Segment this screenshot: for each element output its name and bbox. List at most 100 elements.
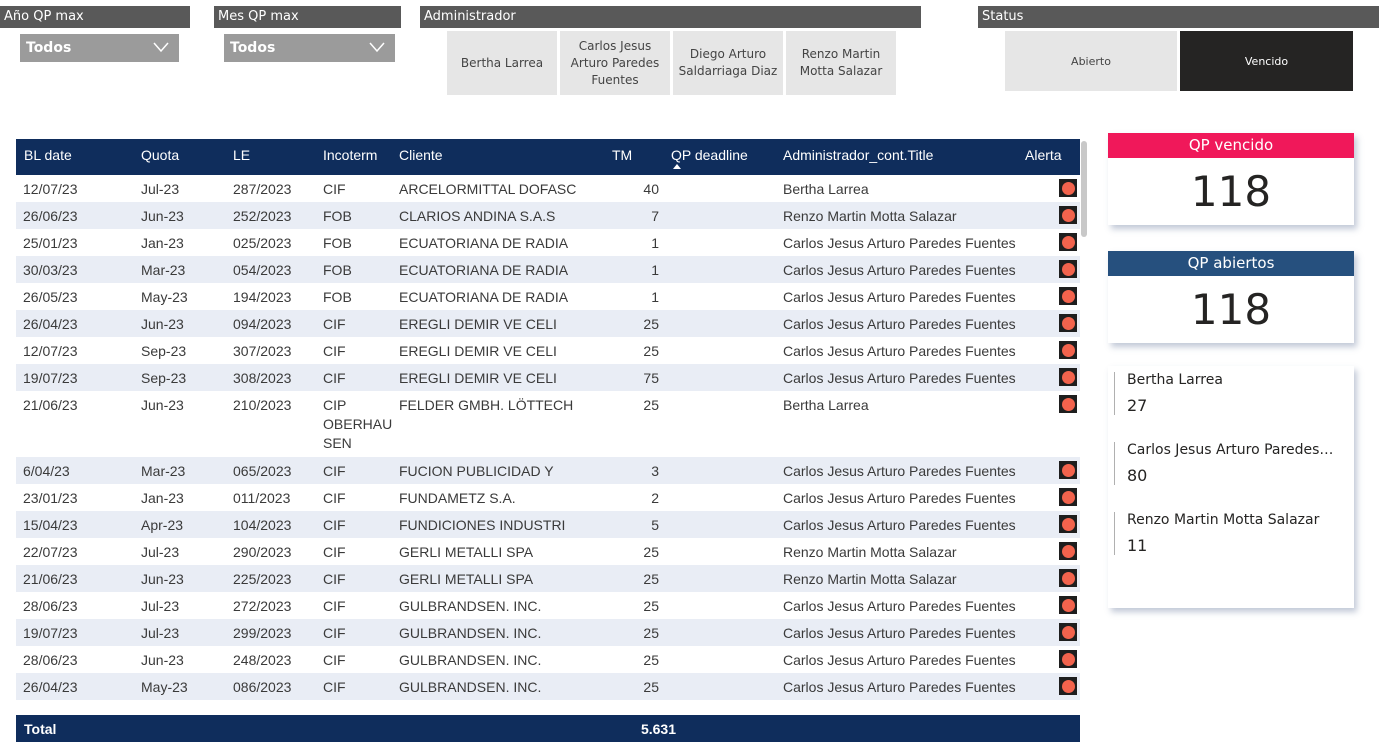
table-row[interactable]: 21/06/23 Jun-23 225/2023 CIF GERLI METALLI S… (16, 565, 1080, 592)
cell-le: 025/2023 (233, 235, 292, 251)
cell-tm: 2 (651, 490, 659, 506)
cell-bl-date: 28/06/23 (23, 598, 78, 614)
table-row[interactable]: 25/01/23 Jan-23 025/2023 FOB ECUATORIANA DE … (16, 229, 1080, 256)
cell-quota: May-23 (141, 679, 188, 695)
total-tm: 5.631 (640, 721, 676, 737)
cell-cliente: GULBRANDSEN. INC. (399, 679, 542, 695)
year-dropdown-value: Todos (26, 40, 72, 56)
cell-le: 307/2023 (233, 343, 292, 359)
kpi-card-vencido: QP vencido 118 (1108, 133, 1354, 225)
header-quota[interactable]: Quota (141, 147, 179, 163)
header-alerta[interactable]: Alerta (1025, 147, 1062, 163)
alert-dot (1061, 181, 1075, 195)
cell-tm: 25 (643, 625, 659, 641)
cell-le: 252/2023 (233, 208, 292, 224)
cell-cliente: GULBRANDSEN. INC. (399, 625, 542, 641)
cell-incoterm: CIF (323, 571, 346, 587)
cell-administrador: Carlos Jesus Arturo Paredes Fuentes (783, 598, 1016, 614)
table-row[interactable]: 12/07/23 Sep-23 307/2023 CIF EREGLI DEMIR VE… (16, 337, 1080, 364)
cell-bl-date: 30/03/23 (23, 262, 78, 278)
alert-icon (1059, 542, 1077, 560)
cell-cliente: FUCION PUBLICIDAD Y (399, 463, 554, 479)
alert-dot (1061, 625, 1075, 639)
table-row[interactable]: 26/04/23 Jun-23 094/2023 CIF EREGLI DEMIR VE… (16, 310, 1080, 337)
header-qp-deadline[interactable]: QP deadline (671, 147, 748, 163)
alert-dot (1061, 316, 1075, 330)
cell-tm: 75 (643, 370, 659, 386)
alert-dot (1061, 463, 1075, 477)
cell-quota: Jan-23 (141, 235, 184, 251)
table-row[interactable]: 26/04/23 May-23 086/2023 CIF GULBRANDSEN. IN… (16, 673, 1080, 700)
admin-tile-carlos[interactable]: Carlos Jesus Arturo Paredes Fuentes (560, 31, 670, 95)
cell-administrador: Renzo Martin Motta Salazar (783, 571, 957, 587)
cell-incoterm: FOB (323, 208, 352, 224)
table-scrollbar[interactable] (1080, 139, 1088, 719)
table-row[interactable]: 28/06/23 Jul-23 272/2023 CIF GULBRANDSEN. IN… (16, 592, 1080, 619)
cell-cliente: ARCELORMITTAL DOFASC (399, 181, 577, 197)
alert-icon (1059, 650, 1077, 668)
admin-tile-diego[interactable]: Diego Arturo Saldarriaga Diaz (673, 31, 783, 95)
table-row[interactable]: 22/07/23 Jul-23 290/2023 CIF GERLI METALLI S… (16, 538, 1080, 565)
alert-icon (1059, 341, 1077, 359)
cell-bl-date: 19/07/23 (23, 370, 78, 386)
cell-tm: 25 (643, 343, 659, 359)
table-total-row: Total 5.631 (16, 715, 1080, 742)
chevron-down-icon (369, 42, 385, 53)
cell-cliente: GULBRANDSEN. INC. (399, 652, 542, 668)
cell-quota: Jun-23 (141, 571, 184, 587)
table-row[interactable]: 19/07/23 Jul-23 299/2023 CIF GULBRANDSEN. IN… (16, 619, 1080, 646)
table-row[interactable]: 15/04/23 Apr-23 104/2023 CIF FUNDICIONES IND… (16, 511, 1080, 538)
table-row[interactable]: 26/05/23 May-23 194/2023 FOB ECUATORIANA DE … (16, 283, 1080, 310)
header-incoterm[interactable]: Incoterm (323, 147, 377, 163)
cell-bl-date: 28/06/23 (23, 652, 78, 668)
header-administrador[interactable]: Administrador_cont.Title (783, 147, 933, 163)
table-row[interactable]: 21/06/23 Jun-23 210/2023 CIP OBERHAU SEN FEL… (16, 391, 1080, 457)
cell-quota: Jan-23 (141, 490, 184, 506)
header-bl-date[interactable]: BL date (24, 147, 72, 163)
admin-slicer-title: Administrador (420, 6, 921, 28)
cell-bl-date: 12/07/23 (23, 181, 78, 197)
year-dropdown[interactable]: Todos (20, 34, 179, 62)
status-tile-abierto[interactable]: Abierto (1005, 31, 1177, 91)
cell-administrador: Carlos Jesus Arturo Paredes Fuentes (783, 316, 1016, 332)
month-dropdown[interactable]: Todos (224, 34, 395, 62)
admin-tile-renzo[interactable]: Renzo Martin Motta Salazar (786, 31, 896, 95)
header-tm[interactable]: TM (612, 147, 632, 163)
alert-icon (1059, 677, 1077, 695)
cell-tm: 25 (643, 598, 659, 614)
table-row[interactable]: 12/07/23 Jul-23 287/2023 CIF ARCELORMITTAL D… (16, 175, 1080, 202)
status-tile-vencido[interactable]: Vencido (1180, 31, 1353, 91)
table-row[interactable]: 23/01/23 Jan-23 011/2023 CIF FUNDAMETZ S.A. 2… (16, 484, 1080, 511)
cell-administrador: Carlos Jesus Arturo Paredes Fuentes (783, 343, 1016, 359)
alert-icon (1059, 260, 1077, 278)
kpi-abiertos-title: QP abiertos (1108, 251, 1354, 276)
table-row[interactable]: 28/06/23 Jun-23 248/2023 CIF GULBRANDSEN. IN… (16, 646, 1080, 673)
scrollbar-thumb[interactable] (1081, 141, 1087, 237)
cell-incoterm: CIF (323, 181, 346, 197)
admin-count-value: 27 (1127, 396, 1148, 415)
alert-dot (1061, 397, 1075, 411)
month-slicer-title: Mes QP max (214, 6, 401, 28)
cell-administrador: Carlos Jesus Arturo Paredes Fuentes (783, 517, 1016, 533)
cell-tm: 40 (643, 181, 659, 197)
alert-dot (1061, 235, 1075, 249)
cell-administrador: Carlos Jesus Arturo Paredes Fuentes (783, 652, 1016, 668)
header-cliente[interactable]: Cliente (399, 147, 443, 163)
alert-dot (1061, 289, 1075, 303)
table-row[interactable]: 19/07/23 Sep-23 308/2023 CIF EREGLI DEMIR VE… (16, 364, 1080, 391)
kpi-vencido-title: QP vencido (1108, 133, 1354, 158)
cell-bl-date: 21/06/23 (23, 397, 78, 413)
table-row[interactable]: 30/03/23 Mar-23 054/2023 FOB ECUATORIANA DE … (16, 256, 1080, 283)
admin-count-value: 11 (1127, 536, 1148, 555)
cell-le: 011/2023 (233, 490, 291, 506)
cell-quota: Mar-23 (141, 463, 186, 479)
header-le[interactable]: LE (233, 147, 250, 163)
table-row[interactable]: 6/04/23 Mar-23 065/2023 CIF FUCION PUBLICIDA… (16, 457, 1080, 484)
cell-quota: Sep-23 (141, 343, 187, 359)
table-row[interactable]: 26/06/23 Jun-23 252/2023 FOB CLARIOS ANDINA … (16, 202, 1080, 229)
kpi-card-abiertos: QP abiertos 118 (1108, 251, 1354, 343)
cell-quota: Jun-23 (141, 652, 184, 668)
cell-bl-date: 6/04/23 (23, 463, 70, 479)
admin-tile-bertha[interactable]: Bertha Larrea (447, 31, 557, 95)
cell-quota: Jun-23 (141, 316, 184, 332)
